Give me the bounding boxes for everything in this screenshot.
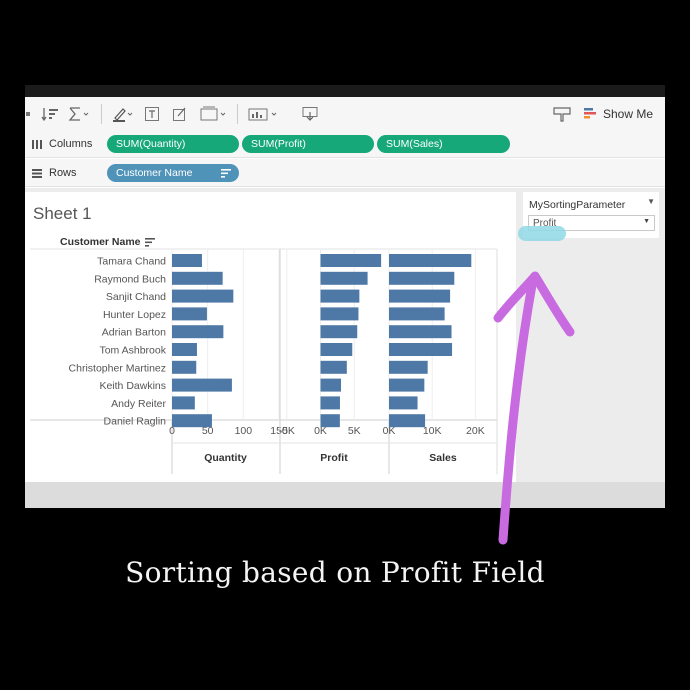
caption-text: Sorting based on Profit Field — [125, 556, 545, 589]
